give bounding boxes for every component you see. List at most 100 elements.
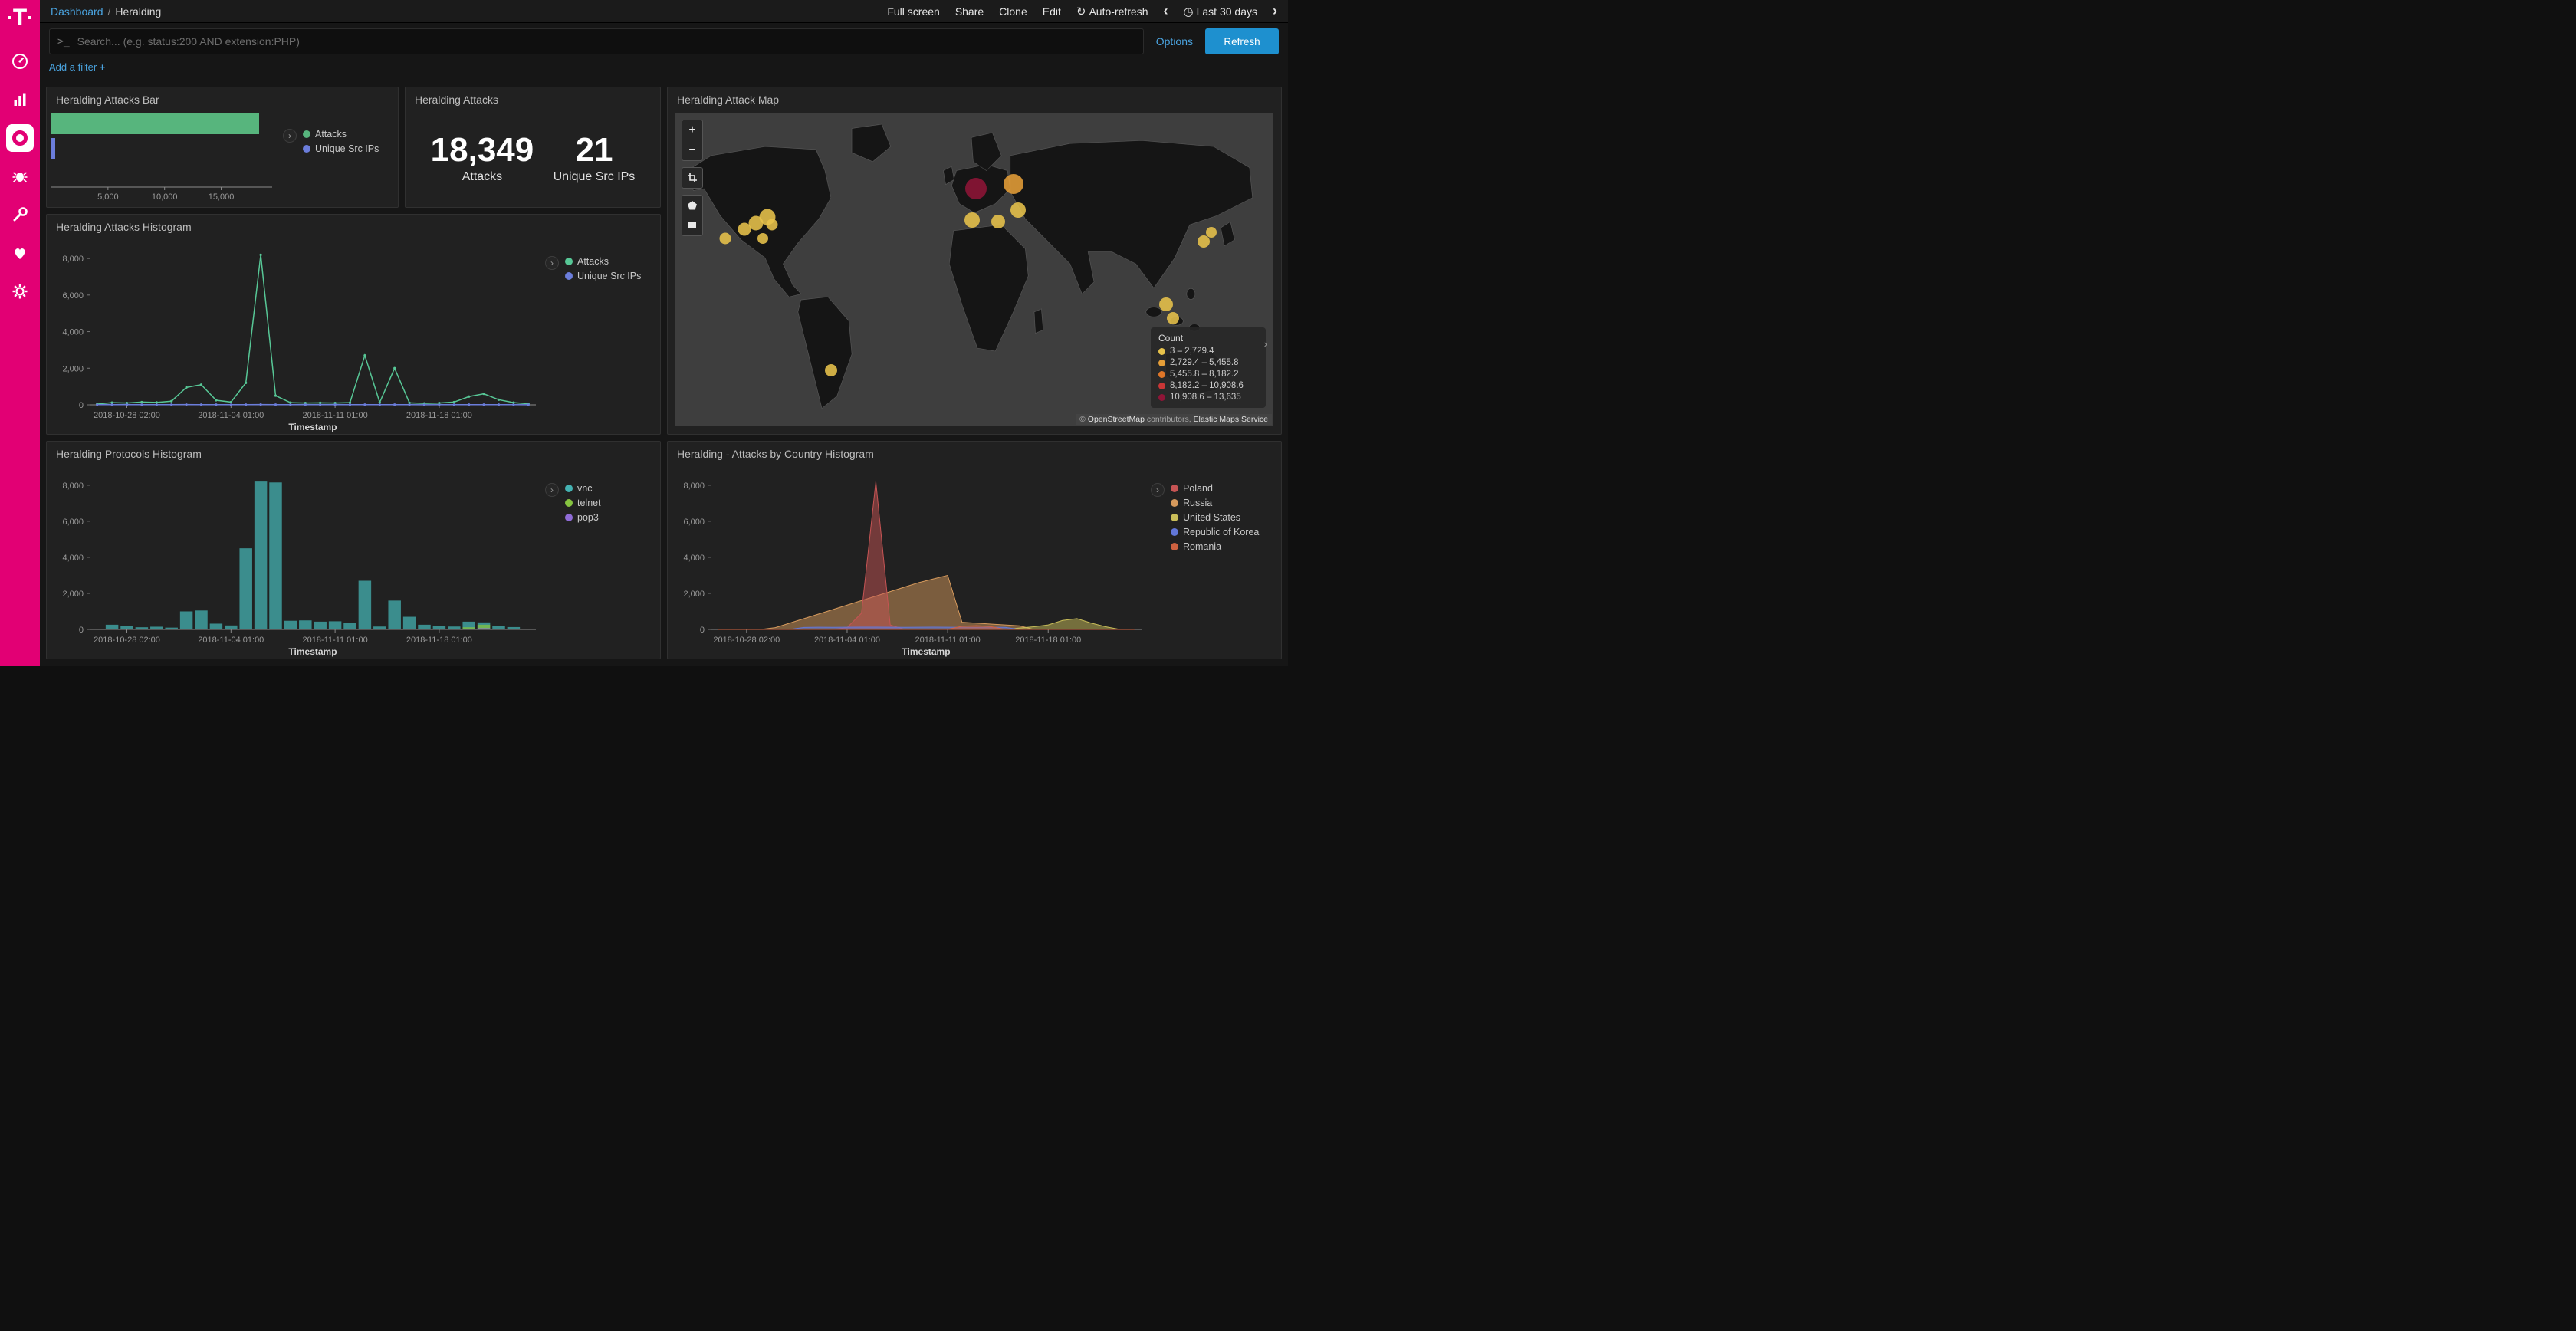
- svg-text:2,000: 2,000: [683, 590, 705, 599]
- svg-text:Timestamp: Timestamp: [288, 646, 337, 657]
- legend-color-dot: [565, 514, 573, 521]
- elastic-maps-link[interactable]: Elastic Maps Service: [1194, 415, 1268, 424]
- legend-item[interactable]: vnc: [565, 483, 601, 494]
- legend-item[interactable]: telnet: [565, 498, 601, 508]
- heartbeat-icon: [11, 244, 29, 262]
- svg-text:2018-11-11 01:00: 2018-11-11 01:00: [915, 636, 980, 645]
- legend-item[interactable]: Russia: [1171, 498, 1259, 508]
- time-forward-chevron[interactable]: ›: [1273, 3, 1277, 19]
- chart-legend: › vnc telnet pop3: [545, 463, 660, 659]
- svg-text:8,000: 8,000: [62, 481, 84, 491]
- crop-icon: [687, 173, 698, 183]
- map-zoom-in-button[interactable]: +: [682, 120, 702, 140]
- map-attack-marker: [1010, 202, 1026, 218]
- metric-block: 21Unique Src IPs: [554, 132, 636, 184]
- map-rectangle-tool-button[interactable]: [682, 215, 702, 235]
- legend-item[interactable]: United States: [1171, 512, 1259, 523]
- sidebar-item-honeypot[interactable]: [6, 163, 34, 190]
- world-map[interactable]: + −: [675, 113, 1273, 426]
- panel-title[interactable]: Heralding - Attacks by Country Histogram: [668, 442, 1281, 463]
- map-attack-marker: [1004, 174, 1024, 194]
- legend-toggle-icon[interactable]: ›: [283, 129, 297, 143]
- wrench-icon: [11, 205, 29, 224]
- chart-legend: › Attacks Unique Src IPs: [283, 109, 398, 207]
- legend-color-dot: [1171, 485, 1178, 492]
- legend-color-dot: [1158, 394, 1165, 401]
- svg-text:Timestamp: Timestamp: [288, 422, 337, 432]
- auto-refresh-button[interactable]: ↻Auto-refresh: [1076, 5, 1148, 18]
- legend-color-dot: [1158, 360, 1165, 366]
- dashboard-grid: Heralding Attacks Bar 5,00010,00015,000 …: [40, 81, 1288, 666]
- sidebar-item-tools[interactable]: [6, 201, 34, 228]
- map-legend-title: Count: [1158, 333, 1257, 343]
- map-polygon-tool-button[interactable]: [682, 196, 702, 215]
- main-area: Dashboard / Heralding Full screen Share …: [40, 0, 1288, 666]
- legend-color-dot: [1171, 514, 1178, 521]
- sidebar-item-security[interactable]: [6, 124, 34, 152]
- map-legend-collapse-icon[interactable]: ›: [1264, 338, 1267, 350]
- panel-protocols-histogram: Heralding Protocols Histogram 02,0004,00…: [46, 441, 661, 659]
- breadcrumb-dashboard-link[interactable]: Dashboard: [51, 5, 104, 18]
- time-range-picker[interactable]: ◷Last 30 days: [1184, 5, 1257, 18]
- terminal-prompt-icon: >_: [58, 36, 70, 48]
- logo-dot: [8, 16, 12, 19]
- fullscreen-button[interactable]: Full screen: [887, 5, 939, 18]
- legend-item[interactable]: Unique Src IPs: [565, 271, 641, 281]
- map-attack-marker: [1206, 227, 1217, 238]
- legend-range-label: 10,908.6 – 13,635: [1170, 393, 1241, 402]
- legend-item[interactable]: Romania: [1171, 541, 1259, 552]
- legend-item[interactable]: Republic of Korea: [1171, 527, 1259, 537]
- legend-toggle-icon[interactable]: ›: [1151, 483, 1165, 497]
- sidebar-item-settings[interactable]: [6, 278, 34, 305]
- panel-title[interactable]: Heralding Attacks Bar: [47, 87, 398, 109]
- protocols-histogram-chart: 02,0004,0006,0008,0002018-10-28 02:00201…: [47, 463, 545, 659]
- legend-toggle-icon[interactable]: ›: [545, 483, 559, 497]
- sidebar-item-dashboard[interactable]: [6, 48, 34, 75]
- panel-title[interactable]: Heralding Attacks Histogram: [47, 215, 660, 236]
- legend-label: Republic of Korea: [1183, 527, 1259, 537]
- top-navbar: Dashboard / Heralding Full screen Share …: [40, 0, 1288, 23]
- svg-text:6,000: 6,000: [62, 291, 84, 301]
- clone-button[interactable]: Clone: [999, 5, 1027, 18]
- openstreetmap-link[interactable]: OpenStreetMap: [1088, 415, 1145, 424]
- legend-color-dot: [565, 258, 573, 265]
- search-input[interactable]: [77, 35, 1135, 48]
- metric-block: 18,349Attacks: [431, 132, 534, 184]
- legend-item[interactable]: pop3: [565, 512, 601, 523]
- svg-text:2,000: 2,000: [62, 364, 84, 373]
- sidebar-item-analytics[interactable]: [6, 86, 34, 113]
- time-back-chevron[interactable]: ‹: [1164, 3, 1168, 19]
- sidebar-item-health[interactable]: [6, 239, 34, 267]
- refresh-button[interactable]: Refresh: [1205, 28, 1279, 54]
- options-link[interactable]: Options: [1152, 35, 1198, 48]
- legend-label: vnc: [577, 483, 592, 494]
- legend-item[interactable]: Unique Src IPs: [303, 143, 379, 154]
- map-count-legend: Count › 3 – 2,729.42,729.4 – 5,455.85,45…: [1151, 327, 1266, 408]
- telekom-logo[interactable]: T: [8, 6, 31, 29]
- map-zoom-out-button[interactable]: −: [682, 140, 702, 160]
- legend-label: Unique Src IPs: [315, 143, 379, 154]
- svg-text:8,000: 8,000: [62, 255, 84, 264]
- share-button[interactable]: Share: [955, 5, 984, 18]
- map-fit-bounds-button[interactable]: [682, 168, 702, 188]
- legend-toggle-icon[interactable]: ›: [545, 256, 559, 270]
- legend-range-label: 3 – 2,729.4: [1170, 347, 1214, 356]
- panel-title[interactable]: Heralding Protocols Histogram: [47, 442, 660, 463]
- breadcrumb-separator: /: [108, 5, 111, 18]
- panel-title[interactable]: Heralding Attacks: [406, 87, 660, 109]
- attacks-bar-chart: 5,00010,00015,000: [47, 109, 283, 207]
- add-filter-link[interactable]: Add a filter +: [49, 61, 105, 73]
- legend-item[interactable]: Attacks: [303, 129, 379, 140]
- legend-item[interactable]: Poland: [1171, 483, 1259, 494]
- edit-button[interactable]: Edit: [1043, 5, 1061, 18]
- legend-label: Unique Src IPs: [577, 271, 641, 281]
- panel-title[interactable]: Heralding Attack Map: [668, 87, 1281, 109]
- svg-text:2,000: 2,000: [62, 590, 84, 599]
- legend-color-dot: [1158, 371, 1165, 378]
- clock-icon: ◷: [1184, 5, 1194, 18]
- attacks-histogram-chart: 02,0004,0006,0008,0002018-10-28 02:00201…: [47, 236, 545, 434]
- legend-item[interactable]: Attacks: [565, 256, 641, 267]
- svg-text:8,000: 8,000: [683, 481, 705, 491]
- gear-icon: [11, 282, 29, 301]
- svg-text:6,000: 6,000: [62, 518, 84, 527]
